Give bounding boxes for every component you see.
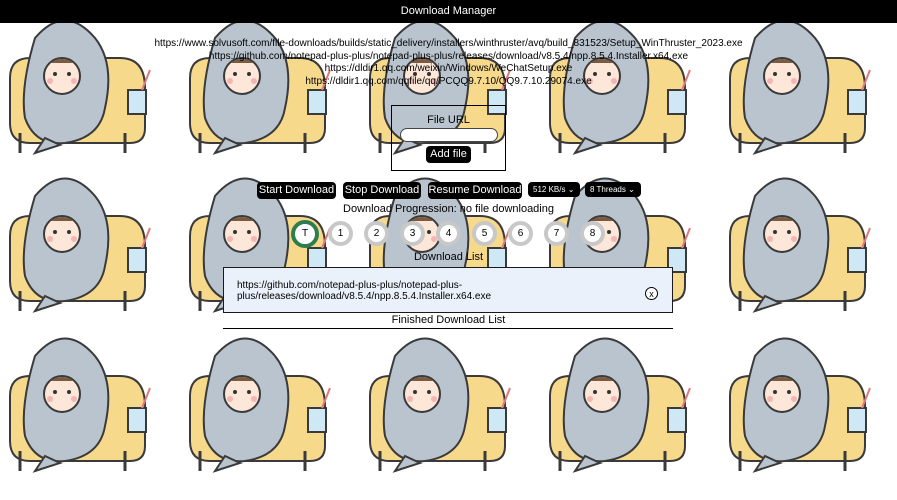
speed-select[interactable]: 512 KB/s ⌄ bbox=[528, 182, 580, 197]
thread-indicator: 7 bbox=[544, 221, 569, 246]
queued-url-item[interactable]: https://dldir1.qq.com/qqfile/qq/PCQQ9.7.… bbox=[0, 76, 897, 89]
speed-select-value: 512 KB/s bbox=[533, 185, 566, 194]
download-list-title: Download List bbox=[413, 251, 484, 263]
file-url-label: File URL bbox=[427, 114, 470, 126]
stop-download-button[interactable]: Stop Download bbox=[343, 182, 421, 199]
close-icon[interactable]: x bbox=[645, 287, 658, 300]
threads-select[interactable]: 8 Threads ⌄ bbox=[585, 182, 641, 197]
queued-url-item[interactable]: https://dldir1.qq.com/weixin/Windows/WeC… bbox=[0, 63, 897, 76]
thread-indicator: 8 bbox=[580, 221, 605, 246]
thread-indicator: 6 bbox=[508, 221, 533, 246]
thread-indicator: 3 bbox=[400, 221, 425, 246]
file-url-input[interactable] bbox=[399, 128, 498, 142]
chevron-down-icon: ⌄ bbox=[628, 185, 635, 194]
queued-url-item[interactable]: https://github.com/notepad-plus-plus/not… bbox=[0, 51, 897, 64]
finished-list-title: Finished Download List bbox=[391, 314, 506, 326]
queued-url-list: https://www.solvusoft.com/file-downloads… bbox=[0, 38, 897, 88]
download-controls: Start Download Stop Download Resume Down… bbox=[0, 182, 897, 200]
file-url-panel: File URL Add file bbox=[391, 105, 506, 171]
chevron-down-icon: ⌄ bbox=[567, 185, 575, 194]
download-list: https://github.com/notepad-plus-plus/not… bbox=[223, 267, 673, 313]
thread-indicators: T 1 2 3 4 5 6 7 8 bbox=[0, 220, 897, 248]
thread-indicator: 5 bbox=[472, 221, 497, 246]
finished-list-divider bbox=[223, 328, 673, 329]
thread-indicator: 1 bbox=[328, 221, 353, 246]
queued-url-item[interactable]: https://www.solvusoft.com/file-downloads… bbox=[0, 38, 897, 51]
start-download-button[interactable]: Start Download bbox=[257, 182, 336, 199]
download-list-item[interactable]: https://github.com/notepad-plus-plus/not… bbox=[237, 280, 537, 302]
thread-indicator-total: T bbox=[291, 220, 319, 248]
thread-indicator: 4 bbox=[436, 221, 461, 246]
download-progress-text: Download Progression: no file downloadin… bbox=[343, 203, 554, 215]
add-file-button[interactable]: Add file bbox=[426, 146, 471, 163]
window-title: Download Manager bbox=[0, 0, 897, 23]
main-content: https://www.solvusoft.com/file-downloads… bbox=[0, 0, 897, 500]
resume-download-button[interactable]: Resume Download bbox=[428, 182, 522, 199]
threads-select-value: 8 Threads bbox=[590, 185, 626, 194]
thread-indicator: 2 bbox=[364, 221, 389, 246]
